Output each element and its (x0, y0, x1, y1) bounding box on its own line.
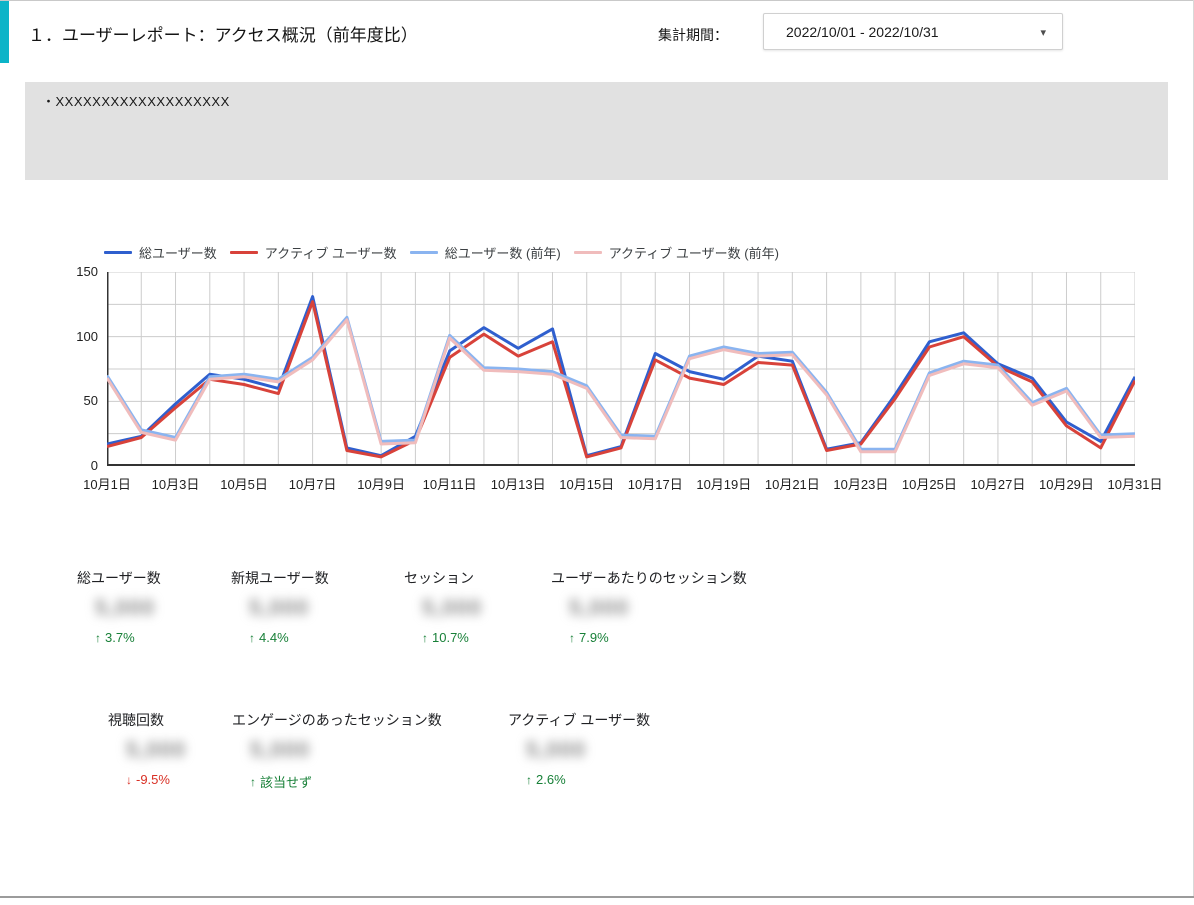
scorecard-delta: ↓ -9.5% (126, 772, 186, 787)
scorecard-views: 視聴回数 5,000 ↓ -9.5% (108, 710, 186, 787)
scorecard-label: 新規ユーザー数 (231, 568, 329, 588)
scorecard-value-obscured: 5,000 (95, 595, 155, 621)
page-title: １．ユーザーレポート：アクセス概況（前年度比） (28, 21, 418, 46)
legend-item-2: 総ユーザー数 (前年) (410, 243, 561, 262)
legend-label: 総ユーザー数 (139, 243, 217, 262)
scorecard-delta: ↑ 3.7% (95, 630, 161, 645)
x-tick-label: 10月15日 (559, 474, 614, 493)
note-text: ・XXXXXXXXXXXXXXXXXXX (42, 91, 230, 110)
x-tick-label: 10月19日 (696, 474, 751, 493)
legend-swatch (230, 251, 258, 254)
arrow-up-icon: ↑ (250, 776, 256, 788)
arrow-up-icon: ↑ (95, 632, 101, 644)
arrow-down-icon: ↓ (126, 774, 132, 786)
scorecard-delta: ↑ 7.9% (569, 630, 747, 645)
caret-down-icon: ▾ (1040, 26, 1046, 39)
x-tick-label: 10月21日 (765, 474, 820, 493)
scorecard-delta: ↑ 4.4% (249, 630, 329, 645)
date-range-value: 2022/10/01 - 2022/10/31 (786, 24, 939, 40)
scorecard-delta-text: 3.7% (105, 630, 135, 645)
line-chart-svg (107, 272, 1135, 466)
scorecard-active-users: アクティブ ユーザー数 5,000 ↑ 2.6% (508, 710, 650, 787)
x-tick-label: 10月5日 (220, 474, 268, 493)
scorecard-value-obscured: 5,000 (126, 737, 186, 763)
note-box: ・XXXXXXXXXXXXXXXXXXX (25, 82, 1168, 180)
x-tick-label: 10月31日 (1108, 474, 1163, 493)
x-tick-label: 10月13日 (491, 474, 546, 493)
scorecard-delta-text: 7.9% (579, 630, 609, 645)
header-accent-bar (0, 1, 9, 63)
legend-item-1: アクティブ ユーザー数 (230, 243, 397, 262)
y-tick-label: 50 (54, 393, 98, 408)
scorecard-delta-text: 10.7% (432, 630, 469, 645)
legend-label: アクティブ ユーザー数 (前年) (609, 243, 779, 262)
page-bottom-border (0, 896, 1194, 898)
x-tick-label: 10月17日 (628, 474, 683, 493)
x-tick-label: 10月9日 (357, 474, 405, 493)
x-tick-label: 10月3日 (152, 474, 200, 493)
scorecard-delta: ↑ 該当せず (250, 772, 442, 791)
y-tick-label: 100 (54, 329, 98, 344)
scorecard-label: 総ユーザー数 (77, 568, 161, 588)
arrow-up-icon: ↑ (422, 632, 428, 644)
x-tick-label: 10月27日 (970, 474, 1025, 493)
scorecard-label: エンゲージのあったセッション数 (232, 710, 442, 730)
scorecard-delta: ↑ 2.6% (526, 772, 650, 787)
arrow-up-icon: ↑ (569, 632, 575, 644)
scorecard-delta-text: 2.6% (536, 772, 566, 787)
page-top-border (0, 0, 1194, 1)
scorecard-delta-text: -9.5% (136, 772, 170, 787)
arrow-up-icon: ↑ (249, 632, 255, 644)
x-tick-label: 10月29日 (1039, 474, 1094, 493)
x-tick-label: 10月1日 (83, 474, 131, 493)
scorecard-sessions: セッション 5,000 ↑ 10.7% (404, 568, 482, 645)
line-chart (107, 272, 1135, 466)
scorecard-value-obscured: 5,000 (249, 595, 309, 621)
y-tick-label: 150 (54, 264, 98, 279)
y-tick-label: 0 (54, 458, 98, 473)
scorecard-delta-text: 4.4% (259, 630, 289, 645)
legend-item-3: アクティブ ユーザー数 (前年) (574, 243, 779, 262)
scorecard-new-users: 新規ユーザー数 5,000 ↑ 4.4% (231, 568, 329, 645)
legend-label: 総ユーザー数 (前年) (445, 243, 561, 262)
x-tick-label: 10月11日 (423, 474, 477, 493)
scorecard-sessions-per-user: ユーザーあたりのセッション数 5,000 ↑ 7.9% (551, 568, 747, 645)
scorecard-engaged-sessions: エンゲージのあったセッション数 5,000 ↑ 該当せず (232, 710, 442, 791)
x-tick-label: 10月25日 (902, 474, 957, 493)
date-range-selector[interactable]: 2022/10/01 - 2022/10/31 ▾ (763, 13, 1063, 50)
period-label: 集計期間： (658, 25, 728, 45)
x-tick-label: 10月23日 (833, 474, 888, 493)
scorecard-label: ユーザーあたりのセッション数 (551, 568, 747, 588)
scorecard-value-obscured: 5,000 (569, 595, 629, 621)
scorecard-value-obscured: 5,000 (526, 737, 586, 763)
scorecard-value-obscured: 5,000 (422, 595, 482, 621)
legend-swatch (104, 251, 132, 254)
scorecard-label: アクティブ ユーザー数 (508, 710, 650, 730)
legend-label: アクティブ ユーザー数 (265, 243, 397, 262)
report-page: １．ユーザーレポート：アクセス概況（前年度比） 集計期間： 2022/10/01… (0, 0, 1194, 905)
scorecard-label: セッション (404, 568, 482, 588)
scorecard-delta-text: 該当せず (260, 772, 312, 791)
x-tick-label: 10月7日 (289, 474, 337, 493)
scorecard-value-obscured: 5,000 (250, 737, 310, 763)
legend-item-0: 総ユーザー数 (104, 243, 217, 262)
arrow-up-icon: ↑ (526, 774, 532, 786)
legend-swatch (410, 251, 438, 254)
scorecard-delta: ↑ 10.7% (422, 630, 482, 645)
chart-legend: 総ユーザー数 アクティブ ユーザー数 総ユーザー数 (前年) アクティブ ユーザー数 … (104, 243, 779, 262)
legend-swatch (574, 251, 602, 254)
scorecard-total-users: 総ユーザー数 5,000 ↑ 3.7% (77, 568, 161, 645)
scorecard-label: 視聴回数 (108, 710, 186, 730)
